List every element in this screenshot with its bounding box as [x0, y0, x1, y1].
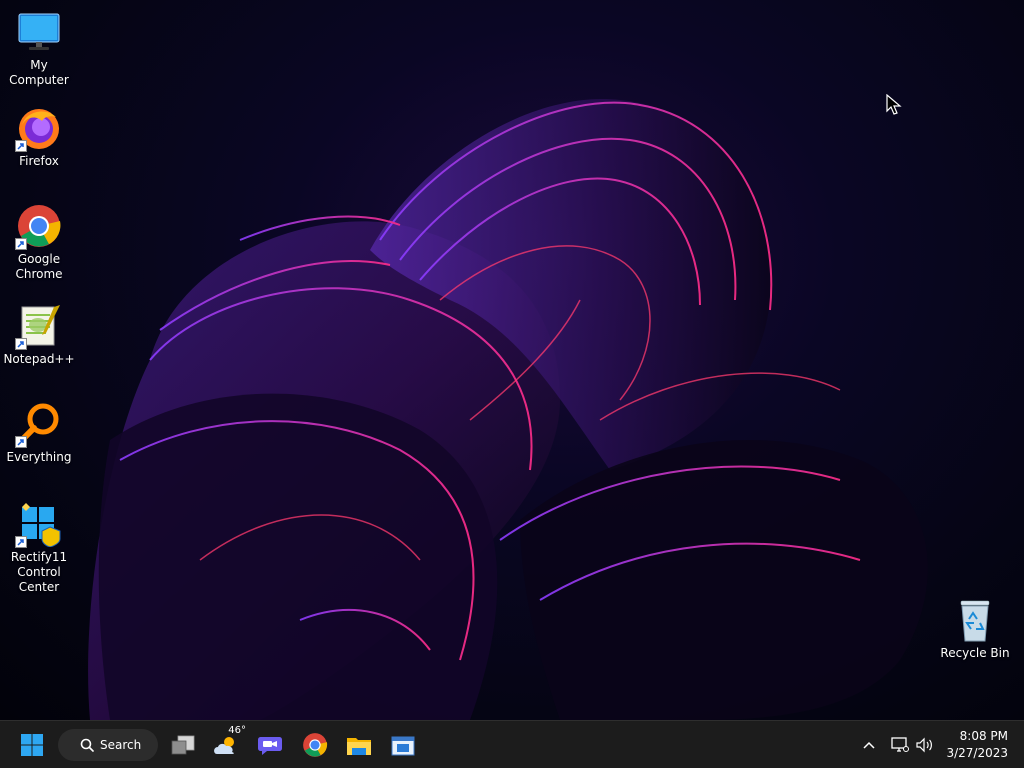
firefox-icon: [15, 104, 63, 152]
chat-button[interactable]: [252, 727, 288, 763]
desktop-icon-label: Notepad++: [3, 352, 75, 366]
desktop-icon-label: Everything: [6, 450, 72, 464]
desktop-icon-label: My Computer: [9, 58, 69, 87]
everything-search-icon: [15, 400, 63, 448]
shortcut-arrow-icon: [15, 436, 27, 448]
desktop-icon-rectify11-control-center[interactable]: Rectify11 Control Center: [0, 500, 78, 595]
chrome-icon: [15, 202, 63, 250]
rectify11-icon: [15, 500, 63, 548]
desktop-icon-google-chrome[interactable]: Google Chrome: [0, 202, 78, 282]
store-button[interactable]: [385, 727, 421, 763]
desktop-icon-recycle-bin[interactable]: Recycle Bin: [936, 596, 1014, 661]
tray-overflow-button[interactable]: [857, 733, 881, 757]
chat-icon: [258, 737, 282, 755]
shortcut-arrow-icon: [15, 140, 27, 152]
desktop-icon-label: Rectify11 Control Center: [10, 550, 68, 594]
desktop-icon-notepadpp[interactable]: Notepad++: [0, 302, 78, 367]
wallpaper-bloom: [88, 99, 928, 720]
tray-volume-button[interactable]: [913, 733, 937, 757]
file-explorer-icon: [347, 738, 371, 755]
desktop-icon-firefox[interactable]: Firefox: [0, 104, 78, 169]
mouse-cursor-icon: [886, 94, 902, 115]
desktop-icon-my-computer[interactable]: My Computer: [0, 8, 78, 88]
shortcut-arrow-icon: [15, 238, 27, 250]
desktop-icon-everything[interactable]: Everything: [0, 400, 78, 465]
file-explorer-button[interactable]: [341, 727, 377, 763]
monitor-icon: [15, 8, 63, 56]
desktop[interactable]: My Computer Firefox Google Chrome Notepa…: [0, 0, 1024, 720]
weather-temp: 46°: [228, 725, 246, 736]
windows-start-icon: [21, 734, 43, 756]
desktop-icon-label: Google Chrome: [15, 252, 63, 281]
taskbar: Search 46° 8:08 PM 3/27/2023: [0, 720, 1024, 768]
weather-icon: [214, 737, 234, 754]
volume-icon: [916, 737, 932, 753]
clock-time: 8:08 PM: [959, 729, 1008, 743]
chrome-icon: [303, 733, 328, 757]
chevron-up-icon: [863, 741, 875, 749]
task-view-button[interactable]: [165, 727, 201, 763]
desktop-icon-label: Firefox: [19, 154, 59, 168]
store-icon: [391, 736, 415, 756]
network-icon: [891, 737, 909, 752]
search-button[interactable]: Search: [58, 729, 158, 761]
shortcut-arrow-icon: [15, 536, 27, 548]
recycle-bin-icon: [951, 596, 999, 644]
tray-network-button[interactable]: [888, 733, 912, 757]
search-icon: [80, 738, 94, 752]
shortcut-arrow-icon: [15, 338, 27, 350]
start-button[interactable]: [14, 727, 50, 763]
search-label: Search: [100, 738, 142, 752]
notepadpp-icon: [15, 302, 63, 350]
taskbar-chrome-button[interactable]: [297, 727, 333, 763]
weather-widget-button[interactable]: 46°: [208, 725, 246, 763]
task-view-icon: [171, 735, 195, 755]
clock-button[interactable]: 8:08 PM 3/27/2023: [940, 727, 1016, 763]
desktop-icon-label: Recycle Bin: [940, 646, 1010, 660]
clock-date: 3/27/2023: [946, 746, 1008, 760]
